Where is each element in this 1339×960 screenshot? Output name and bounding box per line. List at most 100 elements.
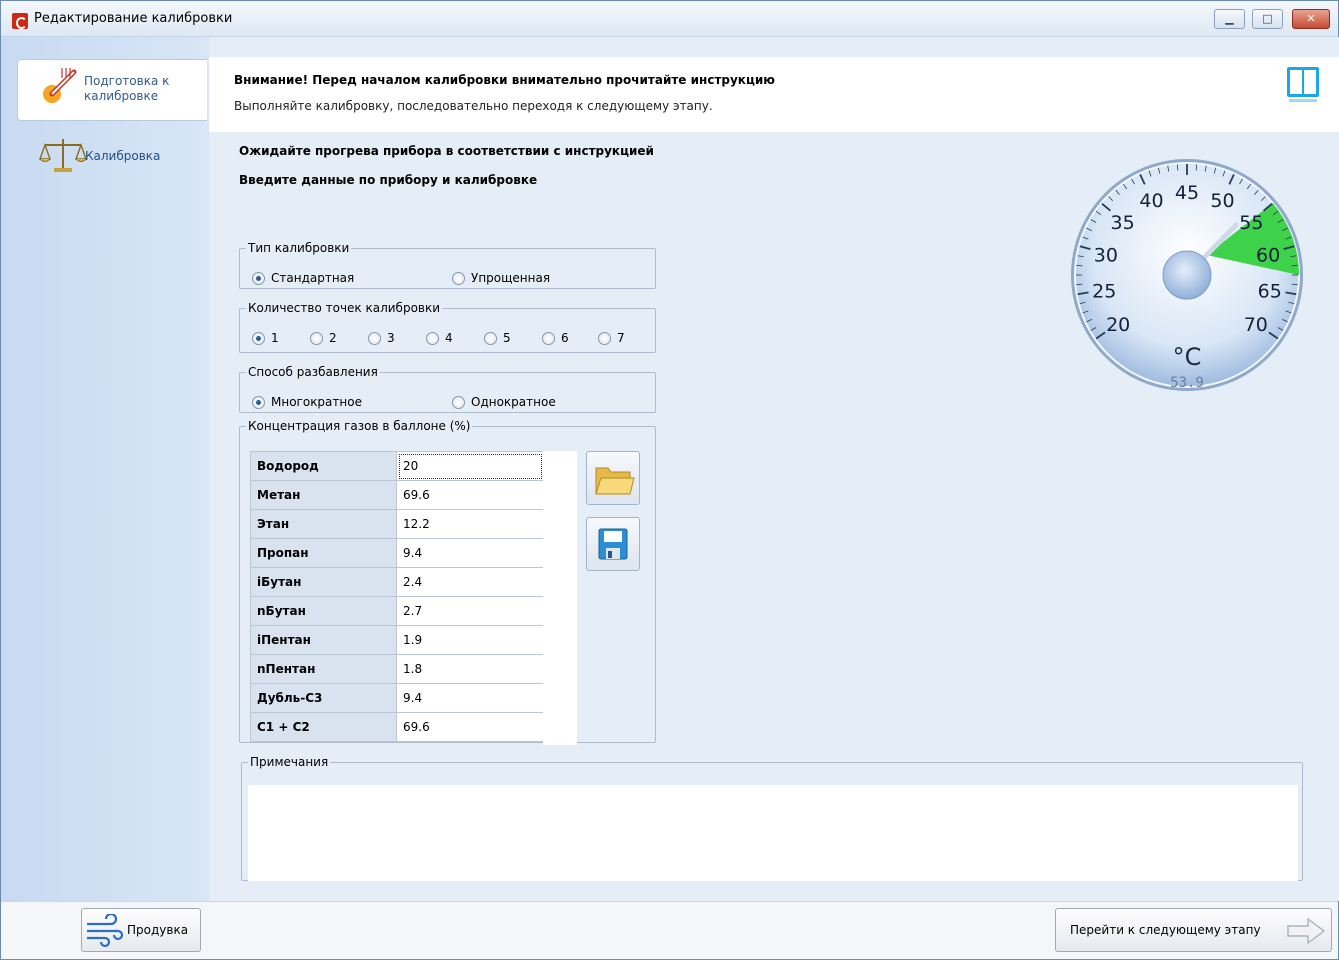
radio-label: Стандартная [271,271,355,285]
gauge-value-readout: 53.9 [1170,375,1204,391]
close-button[interactable]: ✕ [1292,9,1330,29]
sidebar-item-label: Подготовка к [84,74,170,88]
radio-simplified[interactable]: Упрощенная [452,271,550,285]
next-step-button[interactable]: Перейти к следующему этапу [1055,908,1332,952]
sidebar-item-calibration[interactable]: Калибровка [17,135,207,197]
gauge-tick [1195,164,1198,171]
gauge-tick-label: 25 [1092,281,1116,303]
radio-indicator [452,395,465,409]
gas-value-cell[interactable]: 20 [396,451,544,481]
sidebar-item-preparation[interactable]: Подготовка к калибровке [17,59,207,121]
gas-value-cell[interactable]: 69.6 [396,480,544,510]
purge-button[interactable]: Продувка [81,908,201,952]
radio-points-2[interactable]: 2 [310,331,337,345]
radio-points-1[interactable]: 1 [252,331,279,345]
instruction-line-1: Ожидайте прогрева прибора в соответствии… [239,144,654,158]
gas-name-cell: С1 + С2 [250,712,397,742]
gas-value-cell[interactable]: 9.4 [396,538,544,568]
radio-indicator [310,331,323,345]
footer-bar: Продувка Перейти к следующему этапу [1,901,1338,959]
group-legend: Тип калибровки [248,241,350,255]
radio-points-4[interactable]: 4 [426,331,453,345]
book-icon[interactable] [1286,65,1320,105]
purge-label: Продувка [127,923,189,937]
gauge-unit: °C [1173,343,1202,371]
radio-label: 5 [503,331,511,345]
instruction-line-2: Введите данные по прибору и калибровке [239,173,538,187]
maximize-button[interactable]: □ [1252,9,1283,29]
radio-points-7[interactable]: 7 [598,331,625,345]
radio-multiple[interactable]: Многократное [252,395,362,409]
title-bar[interactable]: Редактирование калибровки ▁ □ ✕ [1,1,1338,37]
gauge-tick-label: 50 [1210,190,1234,212]
gauge-tick-label: 20 [1106,314,1130,336]
radio-points-5[interactable]: 5 [484,331,511,345]
temperature-gauge: 20 25 30 3540 45 5055 60 65 70 °C 53.9 [1071,159,1303,391]
folder-open-icon [595,467,635,495]
points-count-group: Количество точек калибровки 1 2 3 4 5 6 … [239,301,656,353]
gas-value-cell[interactable]: 2.4 [396,567,544,597]
scales-icon [39,139,87,172]
radio-single[interactable]: Однократное [452,395,556,409]
gas-name-cell: Водород [250,451,397,481]
table-row: Дубль-С3 9.4 [250,683,544,713]
sidebar-item-label: Калибровка [85,149,161,163]
gas-value-cell[interactable]: 1.8 [396,654,544,684]
gauge-tick [1076,283,1083,286]
radio-label: Упрощенная [471,271,551,285]
radio-standard[interactable]: Стандартная [252,271,354,285]
save-file-button[interactable] [586,517,640,571]
radio-indicator [252,331,265,345]
gas-value-cell[interactable]: 2.7 [396,596,544,626]
instruction-header: Внимание! Перед началом калибровки внима… [209,57,1339,132]
main-panel: Внимание! Перед началом калибровки внима… [209,37,1339,901]
gauge-tick [1176,164,1179,171]
radio-label: 4 [445,331,453,345]
radio-label: 3 [387,331,395,345]
table-row: Водород 20 [250,451,544,481]
radio-indicator [368,331,381,345]
radio-label: 1 [271,331,279,345]
gas-value-cell[interactable]: 1.9 [396,625,544,655]
table-row: Этан 12.2 [250,509,544,539]
gas-value-cell[interactable]: 9.4 [396,683,544,713]
gauge-tick-label: 55 [1239,212,1263,234]
sidebar: Подготовка к калибровке Калибровка [1,37,209,901]
sidebar-item-label-line2: калибровке [84,89,159,103]
gauge-hub [1162,250,1212,300]
gauge-tick-label: 60 [1256,244,1280,266]
gauge-tick-label: 45 [1175,182,1199,204]
gauge-tick [1076,264,1083,267]
radio-points-6[interactable]: 6 [542,331,569,345]
open-file-button[interactable] [586,451,640,505]
thermometer-icon [43,68,77,103]
radio-indicator [252,271,265,285]
header-subtitle: Выполняйте калибровку, последовательно п… [234,99,713,113]
radio-points-3[interactable]: 3 [368,331,395,345]
gas-name-cell: iБутан [250,567,397,597]
radio-indicator [252,395,265,409]
gas-name-cell: nБутан [250,596,397,626]
table-row: nБутан 2.7 [250,596,544,626]
wind-icon [87,914,123,948]
radio-indicator [598,331,611,345]
gas-value-cell[interactable]: 12.2 [396,509,544,539]
gas-name-cell: nПентан [250,654,397,684]
notes-textarea[interactable] [248,785,1298,881]
radio-indicator [542,331,555,345]
group-legend: Способ разбавления [248,365,378,379]
dilution-method-group: Способ разбавления Многократное Однократ… [239,365,656,413]
gauge-tick-label: 35 [1111,212,1135,234]
calibration-type-group: Тип калибровки Стандартная Упрощенная [239,241,656,289]
window-title: Редактирование калибровки [34,11,233,26]
minimize-button[interactable]: ▁ [1214,9,1245,29]
gas-concentration-table: Водород 20 Метан 69.6 Этан 12.2 Пропан 9.4 iБута… [250,451,544,742]
gas-concentration-group: Концентрация газов в баллоне (%) Водород… [239,419,656,745]
floppy-save-icon [598,528,628,560]
gauge-tick-label: 30 [1094,244,1118,266]
gas-value-cell[interactable]: 69.6 [396,712,544,742]
gas-name-cell: Этан [250,509,397,539]
gauge-tick-label: 70 [1244,314,1268,336]
gas-name-cell: Дубль-С3 [250,683,397,713]
table-row: iПентан 1.9 [250,625,544,655]
